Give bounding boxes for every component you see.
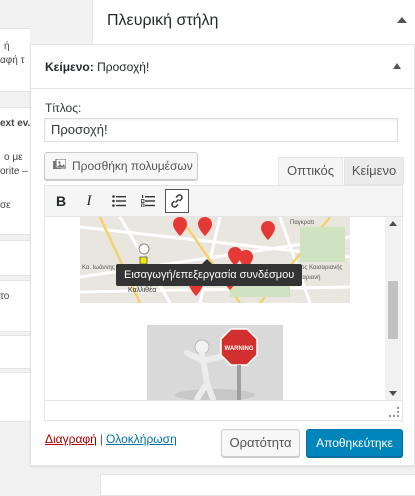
warning-sign-text: WARNING bbox=[225, 346, 254, 352]
left-snippet: ο με bbox=[4, 152, 23, 163]
left-widget-box bbox=[0, 240, 30, 276]
left-widget-box: το bbox=[0, 280, 30, 332]
scroll-down-icon[interactable] bbox=[389, 391, 397, 396]
map-label: Παγκρατι bbox=[290, 220, 315, 226]
left-snippet: αφή τ bbox=[0, 55, 25, 66]
map-image[interactable]: Παγκρατι Κα. Ιωάννης Ρέντης Καλλιθέα Δάσ… bbox=[80, 217, 350, 303]
warning-sign-image[interactable]: WARNING bbox=[147, 325, 283, 400]
left-widget-box: ή αφή τ bbox=[0, 28, 30, 92]
widget-title-name: Προσοχή! bbox=[97, 60, 150, 74]
done-link[interactable]: Ολοκλήρωση bbox=[106, 432, 177, 446]
italic-button[interactable]: I bbox=[77, 189, 101, 213]
link-separator: | bbox=[99, 432, 103, 446]
sidebar-panel: Πλευρική στήλη bbox=[92, 0, 415, 45]
left-snippet: orite – bbox=[0, 166, 28, 177]
left-widget-box bbox=[0, 372, 30, 422]
visibility-button[interactable]: Ορατότητα bbox=[221, 429, 300, 457]
editor-content[interactable]: Παγκρατι Κα. Ιωάννης Ρέντης Καλλιθέα Δάσ… bbox=[45, 217, 385, 400]
link-icon bbox=[171, 194, 183, 208]
bold-button[interactable]: B bbox=[49, 189, 73, 213]
map-label: Καλλιθέα bbox=[128, 286, 156, 294]
sidebar-title: Πλευρική στήλη bbox=[107, 12, 219, 29]
title-input[interactable]: Προσοχή! bbox=[44, 118, 398, 142]
left-snippet: ext ev... bbox=[0, 118, 30, 129]
bullet-list-icon bbox=[112, 195, 126, 207]
scroll-thumb[interactable] bbox=[388, 281, 398, 339]
media-icon bbox=[53, 159, 66, 169]
bullet-list-button[interactable] bbox=[107, 189, 131, 213]
next-widget-area bbox=[100, 474, 415, 496]
widget-header[interactable]: Κείμενο: Προσοχή! bbox=[31, 45, 414, 89]
widget-collapse-icon[interactable] bbox=[393, 63, 401, 69]
left-widget-column: ή αφή τ ext ev... ο με orite – σε το bbox=[0, 0, 30, 489]
tab-text[interactable]: Κείμενο bbox=[344, 157, 404, 185]
save-button[interactable]: Αποθηκεύτηκε bbox=[306, 429, 403, 457]
numbered-list-button[interactable] bbox=[136, 189, 160, 213]
title-label: Τίτλος: bbox=[45, 101, 82, 115]
editor-statusbar bbox=[45, 400, 402, 420]
widget-title-prefix: Κείμενο: bbox=[45, 60, 94, 74]
text-widget: Κείμενο: Προσοχή! Τίτλος: Προσοχή! Προσθ… bbox=[30, 44, 415, 466]
delete-link[interactable]: Διαγραφή bbox=[45, 432, 97, 446]
resize-grip-icon[interactable] bbox=[389, 407, 399, 417]
left-snippet: το bbox=[0, 291, 10, 302]
scroll-up-icon[interactable] bbox=[389, 221, 397, 226]
add-media-label: Προσθήκη πολυμέσων bbox=[72, 159, 193, 173]
tab-visual[interactable]: Οπτικός bbox=[278, 157, 343, 185]
link-tooltip: Εισαγωγή/επεξεργασία συνδέσμου bbox=[116, 259, 303, 286]
link-button[interactable] bbox=[165, 189, 189, 213]
editor-toolbar: B I bbox=[45, 186, 402, 217]
left-snippet: ή bbox=[4, 41, 10, 52]
widget-footer-links: Διαγραφή | Ολοκλήρωση bbox=[45, 432, 177, 446]
collapse-arrow-icon[interactable] bbox=[397, 17, 407, 23]
left-widget-box bbox=[0, 335, 30, 369]
widget-title: Κείμενο: Προσοχή! bbox=[45, 60, 149, 74]
editor-scrollbar[interactable] bbox=[385, 217, 401, 400]
add-media-button[interactable]: Προσθήκη πολυμέσων bbox=[44, 152, 198, 180]
left-snippet: σε bbox=[0, 200, 11, 211]
left-widget-box: ext ev... ο με orite – σε bbox=[0, 107, 30, 235]
numbered-list-icon bbox=[141, 195, 155, 208]
rich-text-editor: B I Παγκρατι Κα. Ιωάννης Ρέντης Καλλιθέα… bbox=[44, 185, 403, 421]
